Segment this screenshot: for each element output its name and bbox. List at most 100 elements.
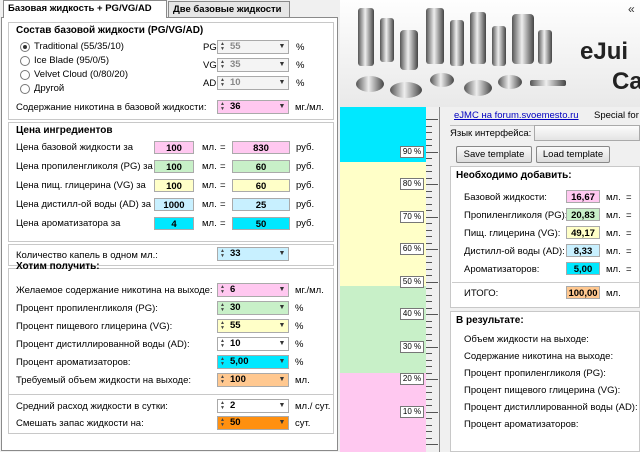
spin-arrows-icon[interactable]: ▲ ▼ [219, 303, 226, 313]
base-nicotine-label: Содержание никотина в базовой жидкости: [16, 102, 207, 113]
chevron-down-icon[interactable]: ▼ [277, 303, 287, 313]
chevron-down-icon[interactable]: ▼ [277, 78, 287, 88]
scale-tick [426, 223, 432, 224]
price-row-label: Цена пропиленгликоля (PG) за [16, 161, 153, 172]
forum-link[interactable]: eJMC на forum.svoemesto.ru [454, 110, 579, 121]
price-qty-input[interactable]: 100 [154, 160, 194, 173]
total-value: 100,00 [566, 286, 600, 299]
target-unit: % [295, 303, 304, 314]
price-qty-input[interactable]: 100 [154, 141, 194, 154]
banner-title-2: Ca [612, 68, 640, 95]
spin-arrows-icon[interactable]: ▲ ▼ [219, 285, 226, 295]
spin-arrows-icon[interactable]: ▲ ▼ [219, 78, 226, 88]
target-spinner[interactable]: ▲ ▼ 55 ▼ [217, 319, 289, 333]
chevron-down-icon[interactable]: ▼ [277, 401, 287, 411]
price-value-input[interactable]: 50 [232, 217, 290, 230]
scale-tick [426, 255, 432, 257]
spin-arrows-icon[interactable]: ▲ ▼ [219, 357, 226, 367]
spin-arrows-icon[interactable]: ▲ ▼ [219, 375, 226, 385]
vg-spinner[interactable]: ▲ ▼ 35 ▼ [217, 58, 289, 72]
target-spinner[interactable]: ▲ ▼ 10 ▼ [217, 337, 289, 351]
price-value-input[interactable]: 60 [232, 160, 290, 173]
scale-tick [426, 405, 432, 406]
chevron-down-icon[interactable]: ▼ [277, 42, 287, 52]
target-row-label: Процент дистиллированной воды (AD): [16, 339, 190, 350]
prices-title: Цена ингредиентов [16, 125, 113, 136]
scale-tick [426, 249, 438, 250]
price-value-input[interactable]: 830 [232, 141, 290, 154]
spin-arrows-icon[interactable]: ▲ ▼ [219, 321, 226, 331]
price-row-label: Цена ароматизатора за [16, 218, 121, 229]
chevron-down-icon[interactable]: ▼ [277, 60, 287, 70]
spin-arrows-icon[interactable]: ▲ ▼ [219, 418, 226, 428]
target-spinner[interactable]: ▲ ▼ 100 ▼ [217, 373, 289, 387]
spin-arrows-icon[interactable]: ▲ ▼ [219, 102, 226, 112]
load-template-button[interactable]: Load template [536, 146, 610, 163]
ad-spinner[interactable]: ▲ ▼ 10 ▼ [217, 76, 289, 90]
base-nicotine-spinner[interactable]: ▲ ▼ 36 ▼ [217, 100, 289, 114]
chevron-down-icon[interactable]: ▼ [277, 102, 287, 112]
price-qty-input[interactable]: 1000 [154, 198, 194, 211]
pg-value: 55 [230, 41, 241, 52]
language-select[interactable] [534, 125, 640, 141]
chevron-down-icon[interactable]: ▼ [277, 321, 287, 331]
need-value: 20,83 [566, 208, 600, 221]
scale-percent-label: 80 % [400, 178, 424, 190]
scale-tick [426, 327, 432, 328]
radio-velvet-cloud[interactable] [20, 70, 30, 80]
price-value-input[interactable]: 25 [232, 198, 290, 211]
scale-tick [426, 281, 438, 283]
scale-tick [426, 437, 432, 439]
stock-label: Смешать запас жидкости на: [16, 418, 144, 429]
rub-unit: руб. [296, 218, 315, 229]
spin-arrows-icon[interactable]: ▲ ▼ [219, 249, 226, 259]
target-spinner[interactable]: ▲ ▼ 6 ▼ [217, 283, 289, 297]
radio-traditional[interactable] [20, 42, 30, 52]
chevron-down-icon[interactable]: ▼ [277, 249, 287, 259]
price-qty-input[interactable]: 100 [154, 179, 194, 192]
target-spinner[interactable]: ▲ ▼ 5,00 ▼ [217, 355, 289, 369]
scale-tick [426, 359, 432, 361]
need-row-label: Дистилл-ой воды (AD): [464, 246, 565, 257]
chevron-down-icon[interactable]: ▼ [277, 339, 287, 349]
scale-tick [426, 203, 432, 205]
chevron-down-icon[interactable]: ▼ [277, 285, 287, 295]
spin-arrows-icon[interactable]: ▲ ▼ [219, 60, 226, 70]
price-qty-input[interactable]: 4 [154, 217, 194, 230]
target-unit: % [295, 321, 304, 332]
tab-panel: Состав базовой жидкости (PG/VG/AD) Tradi… [1, 17, 338, 451]
spin-arrows-icon[interactable]: ▲ ▼ [219, 401, 226, 411]
equals-sign: = [220, 142, 226, 153]
spin-arrows-icon[interactable]: ▲ ▼ [219, 42, 226, 52]
left-panel: Базовая жидкость + PG/VG/AD Две базовые … [0, 0, 340, 452]
need-row-label: Базовой жидкости: [464, 192, 547, 203]
atomizer-parts-image [356, 8, 566, 98]
collapse-arrows-icon[interactable]: « [628, 2, 635, 16]
daily-spinner[interactable]: ▲ ▼ 2 ▼ [217, 399, 289, 413]
price-value-input[interactable]: 60 [232, 179, 290, 192]
pg-spinner[interactable]: ▲ ▼ 55 ▼ [217, 40, 289, 54]
target-spinner[interactable]: ▲ ▼ 30 ▼ [217, 301, 289, 315]
chevron-down-icon[interactable]: ▼ [277, 375, 287, 385]
scale-percent-label: 50 % [400, 275, 424, 288]
tab-base-pgvgad[interactable]: Базовая жидкость + PG/VG/AD [3, 0, 167, 18]
chevron-down-icon[interactable]: ▼ [277, 357, 287, 367]
radio-other[interactable] [20, 84, 30, 94]
spin-arrows-icon[interactable]: ▲ ▼ [219, 339, 226, 349]
scale-tick [426, 242, 432, 244]
chevron-down-icon[interactable]: ▼ [277, 418, 287, 428]
price-row-label: Цена дистилл-ой воды (AD) за [16, 199, 152, 210]
drops-spinner[interactable]: ▲ ▼ 33 ▼ [217, 247, 289, 261]
radio-ice-blade[interactable] [20, 56, 30, 66]
tab-two-bases[interactable]: Две базовые жидкости [168, 1, 290, 17]
need-value: 49,17 [566, 226, 600, 239]
ad-label: AD [203, 78, 217, 89]
save-template-button[interactable]: Save template [456, 146, 532, 163]
target-row-label: Процент пропиленгликоля (PG): [16, 303, 158, 314]
equals-sign: = [220, 180, 226, 191]
equals-sign: = [626, 246, 632, 257]
language-label: Язык интерфейса: [450, 128, 532, 139]
stock-spinner[interactable]: ▲ ▼ 50 ▼ [217, 416, 289, 430]
ml-unit: мл. [202, 218, 217, 229]
scale-tick [426, 307, 432, 309]
